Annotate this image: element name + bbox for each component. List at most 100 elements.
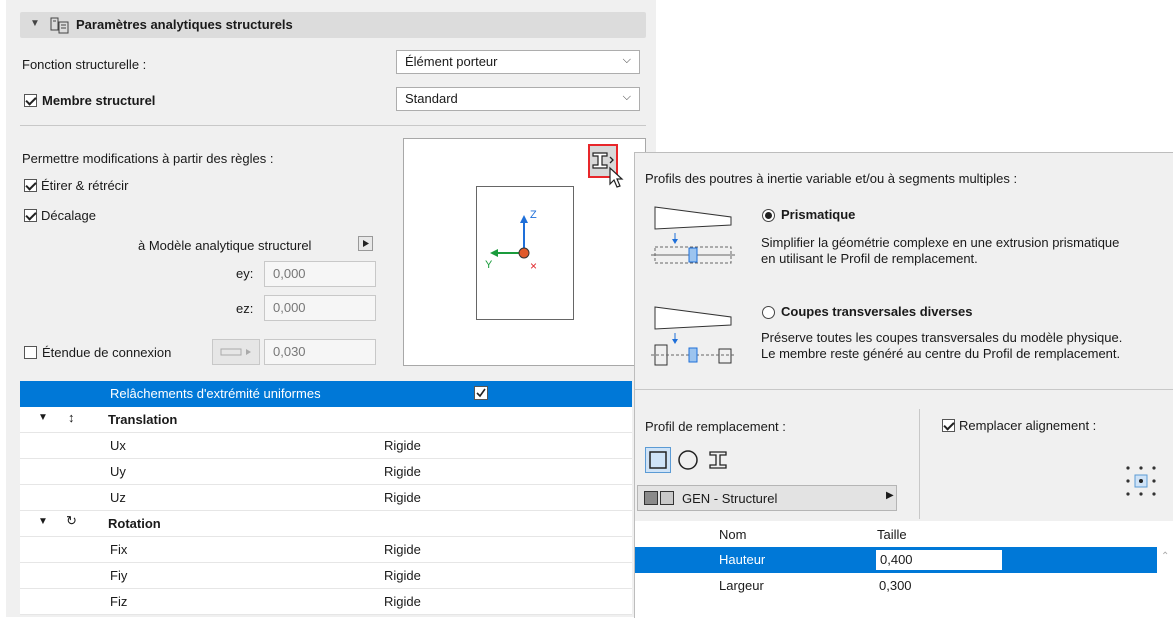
alignment-grid-icon[interactable] <box>1123 463 1159 499</box>
row-name: Ux <box>110 438 126 453</box>
rotation-label: Rotation <box>108 516 161 531</box>
play-arrow-icon: ▶ <box>886 490 894 501</box>
popup-title: Profils des poutres à inertie variable e… <box>645 171 1018 186</box>
offset-checkbox[interactable] <box>24 209 37 222</box>
row-value: Rigide <box>384 464 421 479</box>
table-row[interactable]: Fix Rigide <box>20 537 632 563</box>
replace-alignment-label: Remplacer alignement : <box>959 418 1097 433</box>
structural-analytics-panel: ▼ Paramètres analytiques structurels Fon… <box>6 0 656 617</box>
to-analytical-model-label: à Modèle analytique structurel <box>138 238 312 253</box>
play-arrow-button[interactable] <box>358 236 373 251</box>
structural-member-select[interactable]: Standard ⌵ <box>396 87 640 111</box>
connection-extent-label: Étendue de connexion <box>42 345 172 360</box>
scroll-up-icon[interactable]: ⌃ <box>1161 551 1169 562</box>
prismatic-radio[interactable] <box>762 209 775 222</box>
i-beam-shape-button[interactable] <box>705 447 731 473</box>
table-row[interactable]: Uy Rigide <box>20 459 632 485</box>
offset-label: Décalage <box>41 208 96 223</box>
axes-gizmo-icon <box>490 215 530 259</box>
vertical-arrow-icon: ↕ <box>68 410 75 425</box>
section-header[interactable]: ▼ Paramètres analytiques structurels <box>20 12 646 38</box>
row-name: Fiz <box>110 594 128 609</box>
vertical-divider <box>919 409 920 519</box>
stretch-checkbox[interactable] <box>24 179 37 192</box>
structural-member-checkbox[interactable] <box>24 94 37 107</box>
various-sections-icon <box>651 306 735 366</box>
various-sections-label: Coupes transversales diverses <box>781 304 973 319</box>
mouse-cursor-icon <box>609 166 624 188</box>
height-value-input[interactable]: 0,400 <box>875 549 1003 571</box>
uniform-releases-checkbox[interactable] <box>474 386 488 400</box>
ey-field[interactable]: 0,000 <box>264 261 376 287</box>
stretch-label: Étirer & rétrécir <box>41 178 129 193</box>
various-desc-line1: Préserve toutes les coupes transversales… <box>761 330 1123 345</box>
ez-field[interactable]: 0,000 <box>264 295 376 321</box>
structural-member-label: Membre structurel <box>42 93 156 108</box>
replace-alignment-checkbox[interactable] <box>942 419 955 432</box>
material-swatch-icon <box>660 491 674 505</box>
rules-label: Permettre modifications à partir des règ… <box>22 151 274 166</box>
uniform-releases-label: Relâchements d'extrémité uniformes <box>110 386 321 401</box>
ey-label: ey: <box>236 266 254 281</box>
row-name: Fix <box>110 542 128 557</box>
rotation-group-row[interactable]: ▼ ↻ Rotation <box>20 511 632 537</box>
structural-settings-icon <box>50 16 70 37</box>
chevron-down-icon: ⌵ <box>622 91 631 103</box>
rotation-arrows-icon: ↻ <box>66 513 77 528</box>
structural-function-label: Fonction structurelle : <box>22 57 147 72</box>
table-row[interactable]: Fiy Rigide <box>20 563 632 589</box>
collapse-triangle-icon[interactable]: ▼ <box>30 18 40 29</box>
replacement-profile-label: Profil de remplacement : <box>645 419 786 434</box>
translation-label: Translation <box>108 412 178 427</box>
connection-extent-field[interactable]: 0,030 <box>264 339 376 365</box>
row-name: Fiy <box>110 568 128 583</box>
prismatic-profile-icon <box>651 206 735 264</box>
connection-extent-checkbox[interactable] <box>24 346 37 359</box>
table-row[interactable]: Hauteur 0,400 <box>635 547 1157 573</box>
prismatic-desc-line1: Simplifier la géométrie complexe en une … <box>761 235 1120 250</box>
various-sections-radio[interactable] <box>762 306 775 319</box>
row-value: 0,300 <box>879 578 912 593</box>
circle-shape-button[interactable] <box>675 447 701 473</box>
beam-profile-popup: Profils des poutres à inertie variable e… <box>634 152 1173 618</box>
section-title: Paramètres analytiques structurels <box>76 17 293 32</box>
table-row[interactable]: Largeur 0,300 <box>635 573 1157 599</box>
col-size-header: Taille <box>877 527 907 542</box>
structural-member-value: Standard <box>405 91 458 106</box>
row-value: Rigide <box>384 568 421 583</box>
chevron-down-icon: ⌵ <box>622 54 631 66</box>
table-row[interactable]: Fiz Rigide <box>20 589 632 615</box>
divider <box>20 125 646 126</box>
row-name: Uy <box>110 464 126 479</box>
structural-function-value: Élément porteur <box>405 54 498 69</box>
axis-x-label: × <box>530 259 538 273</box>
collapse-triangle-icon[interactable]: ▼ <box>38 412 48 423</box>
divider <box>635 389 1173 390</box>
col-name-header: Nom <box>719 527 747 542</box>
material-select[interactable]: GEN - Structurel ▶ <box>637 485 897 511</box>
prismatic-label: Prismatique <box>781 207 856 222</box>
uniform-releases-row[interactable]: Relâchements d'extrémité uniformes <box>20 381 632 407</box>
row-name: Hauteur <box>719 552 766 567</box>
table-row[interactable]: Ux Rigide <box>20 433 632 459</box>
row-value: Rigide <box>384 594 421 609</box>
row-name: Largeur <box>719 578 764 593</box>
material-swatch-icon <box>644 491 658 505</box>
table-row[interactable]: Uz Rigide <box>20 485 632 511</box>
connection-mode-icon[interactable] <box>212 339 260 365</box>
row-value: Rigide <box>384 490 421 505</box>
rectangle-shape-button[interactable] <box>645 447 671 473</box>
prismatic-desc-line2: en utilisant le Profil de remplacement. <box>761 251 978 266</box>
axis-y-label: Y <box>485 259 493 271</box>
collapse-triangle-icon[interactable]: ▼ <box>38 516 48 527</box>
various-desc-line2: Le membre reste généré au centre du Prof… <box>761 346 1121 361</box>
ez-label: ez: <box>236 301 254 316</box>
translation-group-row[interactable]: ▼ ↕ Translation <box>20 407 632 433</box>
structural-function-select[interactable]: Élément porteur ⌵ <box>396 50 640 74</box>
row-value: Rigide <box>384 542 421 557</box>
axis-z-label: Z <box>530 209 537 221</box>
profile-params-table: Nom Taille Hauteur 0,400 Largeur 0,300 ⌃ <box>635 521 1173 618</box>
material-value: GEN - Structurel <box>682 491 778 506</box>
row-name: Uz <box>110 490 126 505</box>
row-value: Rigide <box>384 438 421 453</box>
